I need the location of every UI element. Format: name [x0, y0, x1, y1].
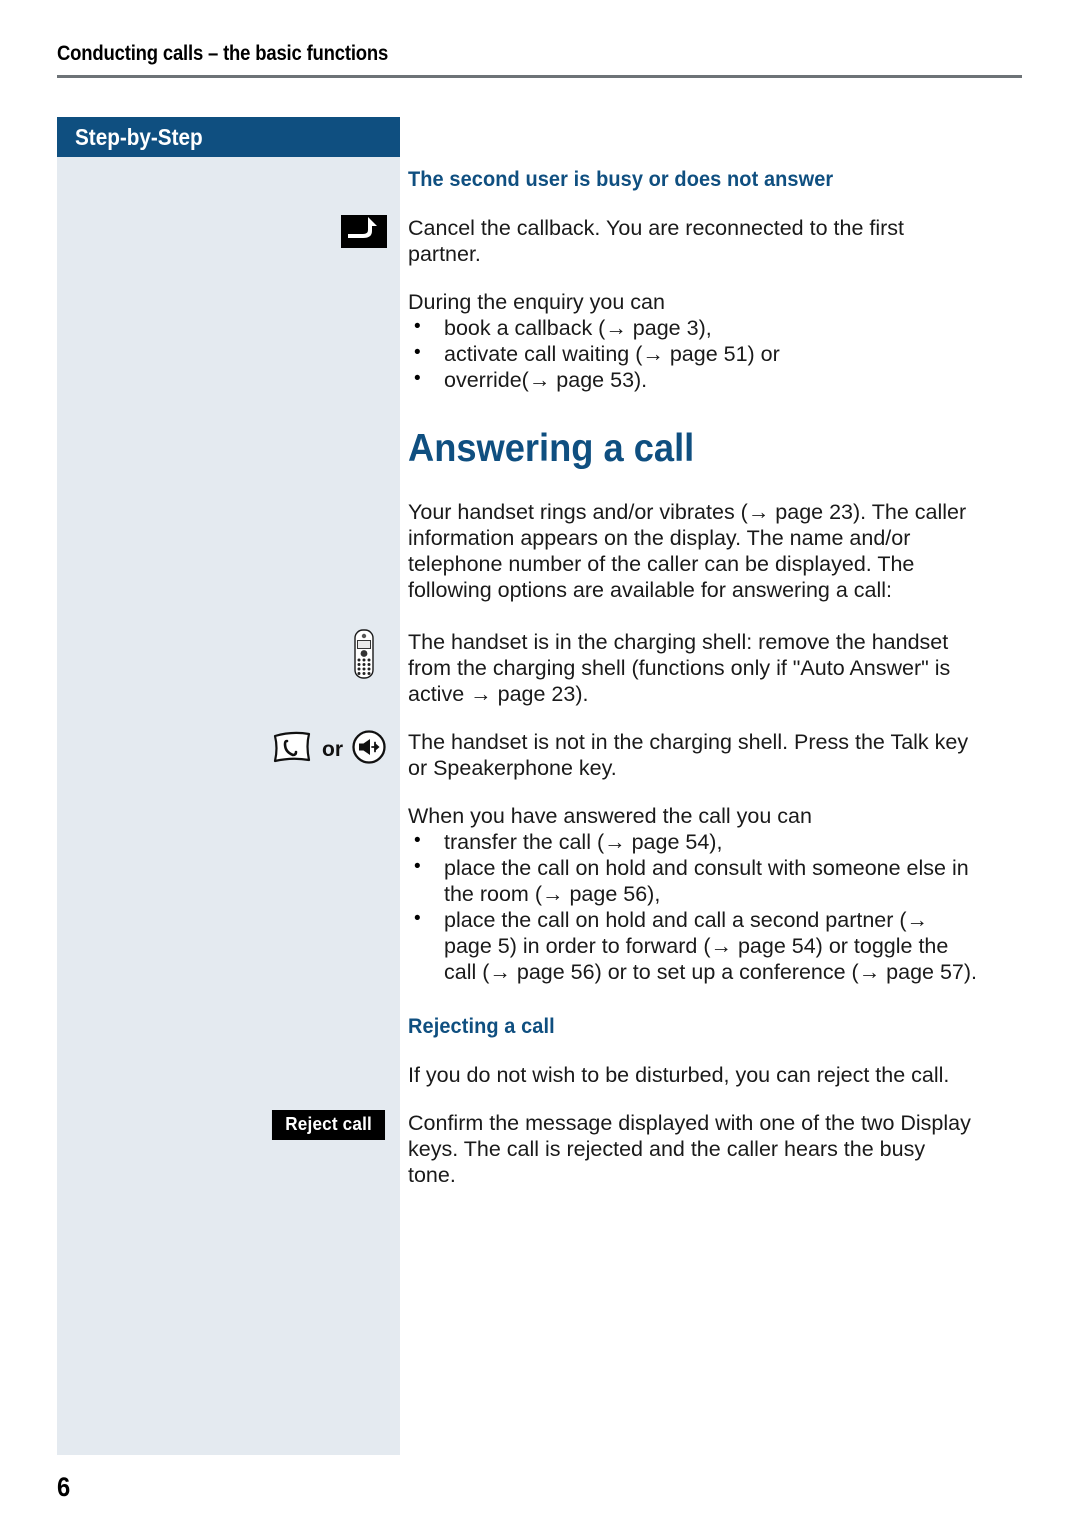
- gutter-keys: or: [0, 729, 400, 770]
- list-item: override(→ page 53).: [408, 366, 978, 393]
- text-charging-shell: The handset is in the charging shell: re…: [408, 630, 951, 706]
- row-charging-shell: The handset is in the charging shell: re…: [354, 629, 978, 707]
- gutter-handset: [0, 629, 400, 679]
- step-by-step-sidebar: [57, 117, 400, 1455]
- step-by-step-label: Step-by-Step: [75, 123, 203, 150]
- list-item: activate call waiting (→ page 51) or: [408, 340, 978, 367]
- speakerphone-key-icon: [351, 729, 387, 770]
- heading-rejecting-a-call: Rejecting a call: [408, 1015, 555, 1038]
- text-not-in-charging-shell: The handset is not in the charging shell…: [408, 730, 969, 780]
- display-key-reject-call[interactable]: Reject call: [271, 1110, 385, 1140]
- text-cancel-callback: Cancel the callback. You are reconnected…: [408, 216, 905, 266]
- gutter-display-key: Reject call: [0, 1110, 400, 1140]
- step-by-step-banner: Step-by-Step: [57, 117, 400, 157]
- row-cancel-callback: Cancel the callback. You are reconnected…: [341, 215, 978, 267]
- return-key-icon: [341, 215, 387, 248]
- list-item: transfer the call (→ page 54),: [408, 828, 978, 855]
- list-item: book a callback (→ page 3),: [408, 314, 978, 341]
- row-talk-speaker-keys: or The handset is not in the charging sh…: [273, 729, 978, 781]
- list-item: place the call on hold and consult with …: [408, 854, 978, 907]
- text-answered-call-intro: When you have answered the call you can: [408, 804, 812, 828]
- gutter-return-key: [0, 215, 400, 248]
- running-header: Conducting calls – the basic functions: [57, 42, 1022, 78]
- running-header-title: Conducting calls – the basic functions: [57, 42, 389, 65]
- list-answered-call-options: transfer the call (→ page 54), place the…: [408, 828, 978, 985]
- list-during-enquiry: book a callback (→ page 3), activate cal…: [408, 314, 978, 393]
- keys-group: or: [272, 729, 387, 770]
- content-column: The second user is busy or does not answ…: [271, 168, 978, 1210]
- heading-answering-a-call: Answering a call: [408, 427, 695, 470]
- talk-key-icon: [272, 730, 314, 769]
- list-item: place the call on hold and call a second…: [408, 906, 978, 985]
- heading-second-user-busy: The second user is busy or does not answ…: [408, 168, 834, 191]
- header-divider: [57, 75, 1022, 78]
- text-answering-intro: Your handset rings and/or vibrates (→ pa…: [408, 500, 967, 602]
- page-number: 6: [57, 1472, 71, 1502]
- text-reject-confirmation: Confirm the message displayed with one o…: [408, 1111, 971, 1187]
- text-during-enquiry-intro: During the enquiry you can: [408, 290, 665, 314]
- text-rejecting-intro: If you do not wish to be disturbed, you …: [408, 1063, 950, 1087]
- handset-icon: [351, 629, 377, 679]
- row-reject-call-key: Reject call Confirm the message displaye…: [271, 1110, 978, 1188]
- or-label: or: [322, 737, 343, 761]
